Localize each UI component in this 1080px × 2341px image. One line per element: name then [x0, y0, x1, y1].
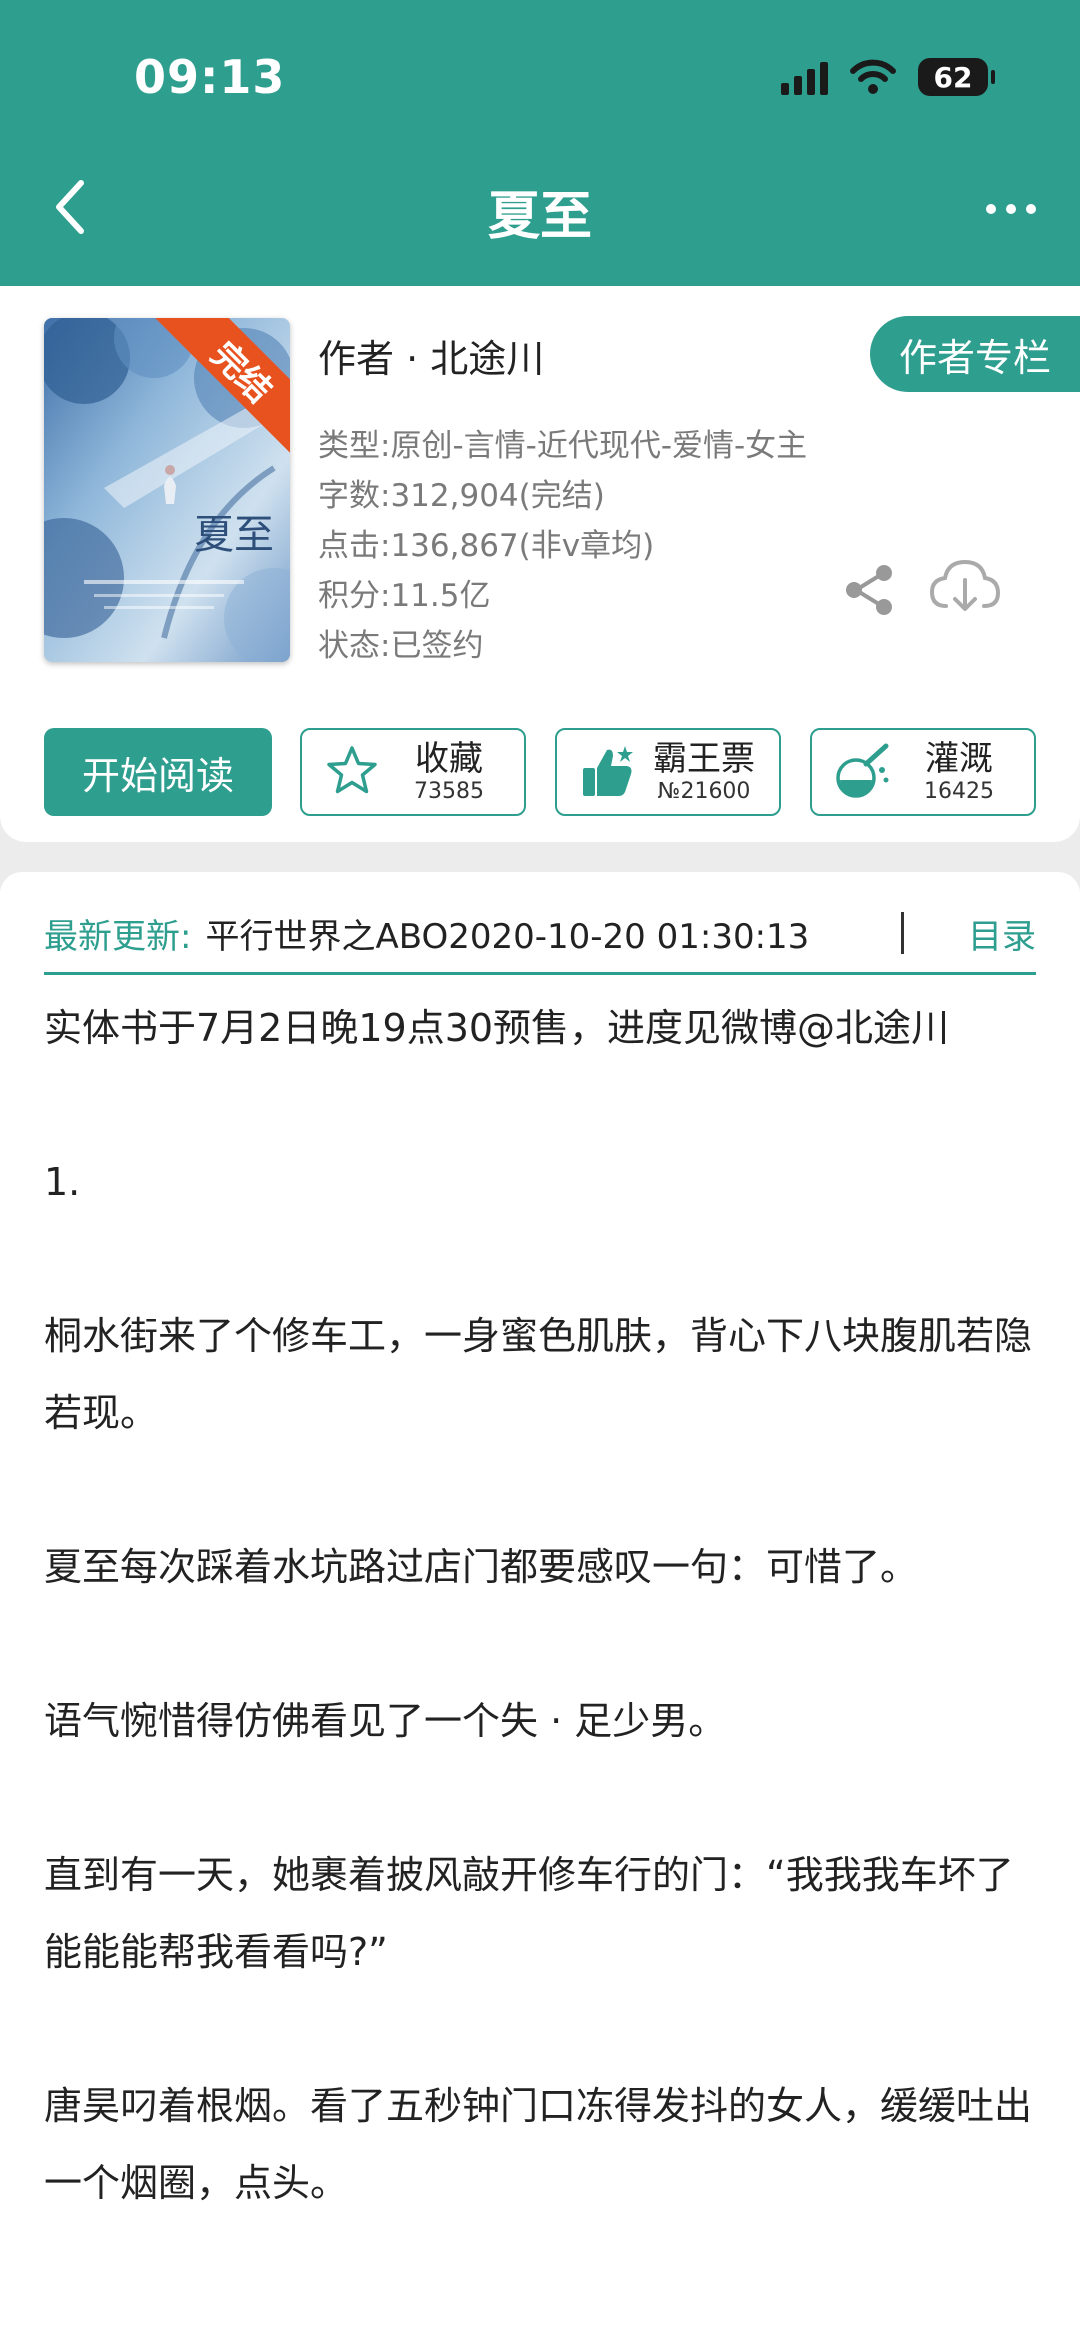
watering-flask-icon — [836, 743, 889, 798]
cellular-signal-icon — [781, 59, 828, 95]
synopsis-paragraph: 夏至每次踩着水坑路过店门都要感叹一句：可惜了。 — [44, 1545, 919, 1589]
click-count: 点击:136,867(非v章均) — [318, 528, 655, 564]
more-button[interactable] — [976, 186, 1046, 232]
more-dot-icon — [1026, 204, 1036, 214]
collect-button[interactable]: 收藏 73585 — [300, 728, 526, 816]
thumbs-up-icon — [583, 746, 633, 796]
vote-button[interactable]: 霸王票 №21600 — [555, 728, 781, 816]
cover-title: 夏至 — [194, 512, 274, 558]
score: 积分:11.5亿 — [318, 578, 491, 614]
synopsis-paragraph: 直到有一天，她裹着披风敲开修车行的门：“我我我车坏了能能能帮我看看吗?” — [44, 1853, 1014, 1974]
synopsis-paragraph: 语气惋惜得仿佛看见了一个失 · 足少男。 — [44, 1699, 727, 1743]
author-name[interactable]: 作者 · 北途川 — [318, 328, 544, 383]
more-dot-icon — [1006, 204, 1016, 214]
latest-update-text[interactable]: 平行世界之ABO2020-10-20 01:30:13 — [205, 909, 895, 958]
catalog-link[interactable]: 目录 — [968, 909, 1036, 958]
water-count: 16425 — [924, 779, 994, 804]
sign-status: 状态:已签约 — [318, 628, 484, 664]
book-info-card: 夏至 完结 作者 · 北途川 作者专栏 类型:原创-言情-近代现代-爱情-女主 … — [0, 286, 1080, 842]
collect-count: 73585 — [414, 779, 484, 804]
water-label: 灌溉 — [925, 739, 993, 779]
battery-icon: 62 — [918, 58, 995, 96]
synopsis-paragraph: 桐水街来了个修车工，一身蜜色肌肤，背心下八块腹肌若隐若现。 — [44, 1314, 1033, 1435]
status-time: 09:13 — [134, 50, 286, 104]
synopsis-paragraph: 1. — [44, 1160, 81, 1204]
synopsis-text: 实体书于7月2日晚19点30预售，进度见微博@北途川 1. 桐水街来了个修车工，… — [44, 990, 1036, 2299]
synopsis-paragraph: 唐昊叼着根烟。看了五秒钟门口冻得发抖的女人，缓缓吐出一个烟圈，点头。 — [44, 2084, 1033, 2205]
book-type: 类型:原创-言情-近代现代-爱情-女主 — [318, 428, 808, 464]
wifi-icon — [850, 59, 896, 94]
star-icon — [327, 746, 377, 794]
divider — [901, 912, 905, 954]
collect-label: 收藏 — [415, 739, 483, 779]
start-reading-button[interactable]: 开始阅读 — [44, 728, 272, 816]
water-button[interactable]: 灌溉 16425 — [810, 728, 1036, 816]
latest-update-label: 最新更新: — [44, 916, 192, 957]
page-title: 夏至 — [487, 187, 592, 247]
cloud-download-icon[interactable] — [928, 556, 1002, 620]
author-column-button[interactable]: 作者专栏 — [870, 316, 1080, 392]
more-dot-icon — [986, 204, 996, 214]
vote-label: 霸王票 — [653, 739, 755, 779]
vote-count: №21600 — [657, 779, 751, 804]
word-count: 字数:312,904(完结) — [318, 478, 605, 514]
app-header: 09:13 62 夏至 — [0, 0, 1080, 286]
share-icon[interactable] — [842, 562, 898, 618]
synopsis-paragraph: 实体书于7月2日晚19点30预售，进度见微博@北途川 — [44, 1006, 950, 1050]
latest-update-row[interactable]: 最新更新: 平行世界之ABO2020-10-20 01:30:13 目录 — [44, 894, 1036, 975]
synopsis-panel: 最新更新: 平行世界之ABO2020-10-20 01:30:13 目录 实体书… — [0, 872, 1080, 2341]
status-icons: 62 — [781, 58, 995, 96]
book-cover[interactable]: 夏至 完结 — [44, 318, 290, 662]
